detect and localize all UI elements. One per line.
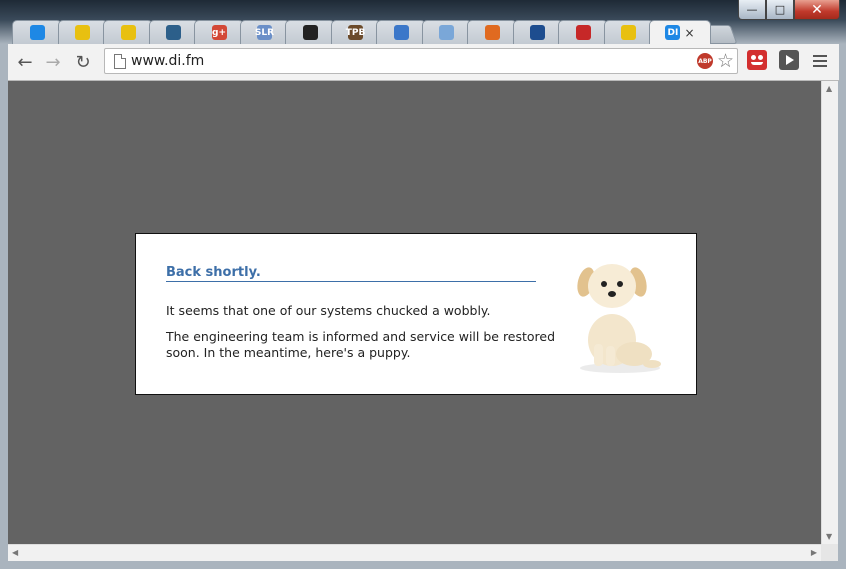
url-text[interactable]: www.di.fm [131,53,204,69]
reload-icon: ↻ [75,51,91,73]
tab-4[interactable]: g+ [194,20,244,44]
page-icon [114,54,126,69]
back-arrow-icon: ← [17,51,33,73]
scroll-right-icon[interactable]: ▶ [811,548,817,557]
adblock-icon[interactable]: ABP [697,53,713,69]
tab-7[interactable]: TPB [330,20,381,44]
scroll-down-icon[interactable]: ▼ [826,532,832,541]
slr-icon: SLR [255,25,274,40]
tab-5[interactable]: SLR [239,20,290,44]
tab-0[interactable] [12,20,62,44]
tab-13[interactable] [603,20,654,44]
dark-s-icon [302,25,318,40]
back-button[interactable]: ← [14,51,36,73]
tab-strip: g+ SLR TPB DI × [12,20,772,44]
hand-icon [621,25,636,40]
google-plus-icon: g+ [211,25,227,40]
ticket-icon [439,25,454,40]
tab-14[interactable]: DI × [649,20,711,44]
tab-8[interactable] [376,20,426,44]
puppy-image [577,264,661,373]
scroll-left-icon[interactable]: ◀ [12,548,18,557]
close-window-button[interactable]: ✕ [794,0,840,20]
scroll-up-icon[interactable]: ▲ [826,84,832,93]
status-message: The engineering team is informed and ser… [166,329,556,360]
window-controls: — □ ✕ [738,0,840,20]
maximize-button[interactable]: □ [766,0,794,20]
bookmark-star-icon[interactable]: ☆ [717,50,734,72]
red-face-extension-icon[interactable] [747,50,767,70]
close-tab-icon[interactable]: × [684,26,694,40]
tab-12[interactable] [558,20,608,44]
network-nodes-icon [484,25,500,40]
tab-2[interactable] [103,20,153,44]
menu-icon[interactable] [813,55,827,70]
yellow-box-icon [120,25,136,40]
vertical-scrollbar[interactable]: ▲ ▼ [821,81,838,544]
error-message: It seems that one of our systems chucked… [166,303,491,318]
bookmark-box-icon [530,25,545,40]
error-card: Back shortly. It seems that one of our s… [135,233,697,395]
page-heading: Back shortly. [166,265,536,282]
play-circle-icon [575,25,591,40]
scrollbar-corner [821,544,838,561]
blue-triangle-icon [393,25,409,40]
tab-11[interactable] [512,20,563,44]
address-bar[interactable]: www.di.fm ABP ☆ [104,48,738,74]
tab-10[interactable] [467,20,517,44]
adblock-label: ABP [698,57,712,65]
browser-window: — □ ✕ g+ SLR TPB DI × ← → ↻ www.di.fm ABP ☆ … [0,0,846,569]
di-logo-icon: DI [665,25,681,40]
tab-6[interactable] [285,20,335,44]
forward-arrow-icon: → [45,51,61,73]
horizontal-scrollbar[interactable]: ◀ ▶ [8,544,821,561]
tab-3[interactable] [148,20,199,44]
browser-toolbar: ← → ↻ www.di.fm ABP ☆ [8,44,839,81]
forward-button[interactable]: → [42,51,64,73]
world-globe-icon [29,25,45,40]
tab-1[interactable] [57,20,108,44]
reload-button[interactable]: ↻ [72,51,94,73]
yellow-box-icon [75,25,90,40]
tpb-icon: TPB [346,25,365,40]
play-extension-icon[interactable] [779,50,799,70]
minimize-button[interactable]: — [738,0,766,20]
tab-9[interactable] [421,20,472,44]
checkmark-box-icon [166,25,181,40]
